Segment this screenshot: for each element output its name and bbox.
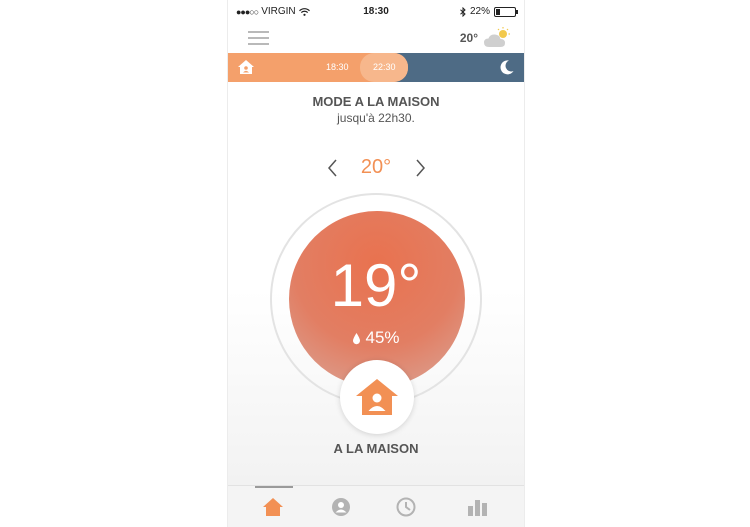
hamburger-icon[interactable] bbox=[248, 31, 269, 45]
tab-stats[interactable] bbox=[441, 486, 515, 527]
home-icon bbox=[263, 498, 283, 516]
bluetooth-icon bbox=[460, 6, 466, 17]
humidity-reading: 45% bbox=[228, 328, 524, 348]
weather-widget[interactable]: 20° bbox=[460, 27, 512, 49]
timeline-start-time: 18:30 bbox=[326, 62, 349, 72]
weather-temp: 20° bbox=[459, 31, 478, 45]
tab-schedule[interactable] bbox=[369, 486, 443, 527]
clock-icon bbox=[396, 497, 416, 517]
drop-icon bbox=[353, 332, 361, 344]
timeline-end-time: 22:30 bbox=[373, 62, 396, 72]
chevron-right-icon[interactable] bbox=[413, 156, 427, 180]
mode-button[interactable] bbox=[340, 360, 414, 434]
tab-profile[interactable] bbox=[304, 486, 378, 527]
home-person-icon bbox=[356, 379, 398, 415]
home-icon bbox=[238, 60, 254, 74]
mode-subtitle: jusqu'à 22h30. bbox=[337, 111, 415, 125]
humidity-value: 45% bbox=[365, 328, 400, 347]
tab-bar bbox=[228, 485, 524, 527]
schedule-timeline[interactable]: 18:30 22:30 bbox=[228, 53, 524, 82]
user-icon bbox=[332, 498, 350, 516]
bar-chart-icon bbox=[468, 500, 487, 516]
phone-screen: ●●●○○ VIRGIN 18:30 22% 20° 18:30 22:30 M… bbox=[227, 0, 525, 527]
tab-home[interactable] bbox=[236, 486, 310, 527]
partly-cloudy-icon bbox=[484, 27, 510, 47]
mode-button-label: A LA MAISON bbox=[333, 441, 419, 456]
status-bar: ●●●○○ VIRGIN 18:30 22% bbox=[228, 0, 524, 24]
battery-icon bbox=[494, 6, 518, 17]
status-right: 22% bbox=[460, 6, 518, 17]
battery-percent: 22% bbox=[469, 6, 490, 17]
setpoint-value: 20° bbox=[360, 156, 392, 178]
current-temperature: 19° bbox=[330, 252, 422, 319]
mode-title: MODE A LA MAISON bbox=[312, 94, 440, 109]
moon-icon bbox=[500, 60, 514, 75]
